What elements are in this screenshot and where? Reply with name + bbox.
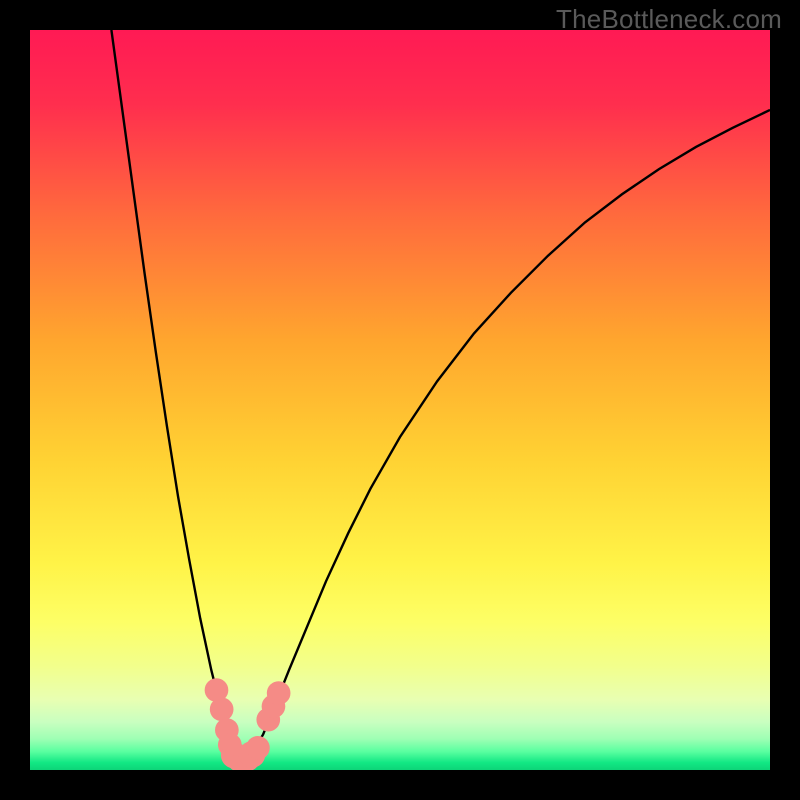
heat-gradient-background	[30, 30, 770, 770]
datapoint-marker	[267, 681, 291, 705]
bottleneck-chart	[30, 30, 770, 770]
datapoint-marker	[246, 736, 270, 760]
datapoint-marker	[210, 697, 234, 721]
plot-area	[30, 30, 770, 770]
outer-frame: TheBottleneck.com	[0, 0, 800, 800]
